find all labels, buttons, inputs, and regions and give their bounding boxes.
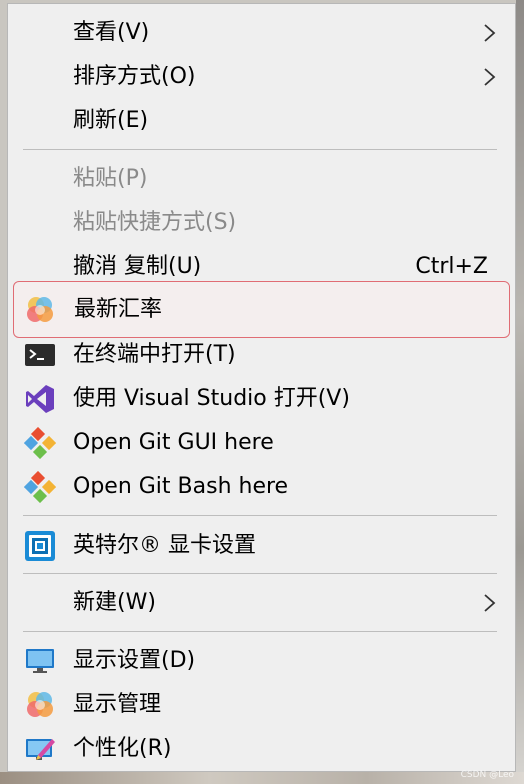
- menu-item-paste: 粘贴(P): [18, 159, 508, 199]
- menu-item-label: 显示设置(D): [73, 648, 196, 673]
- chevron-right-icon: [484, 24, 496, 42]
- colorful-circles-icon: [27, 297, 53, 322]
- colorful-circles-icon: [27, 692, 53, 717]
- personalize-icon: [26, 739, 55, 760]
- menu-item-label: 个性化(R): [73, 736, 172, 761]
- visual-studio-icon: [26, 385, 54, 413]
- menu-item-display-management[interactable]: 显示管理: [18, 685, 508, 725]
- watermark: CSDN @Leo: [460, 770, 514, 780]
- display-settings-icon: [26, 649, 54, 673]
- menu-item-label: 刷新(E): [73, 108, 149, 133]
- menu-item-display-settings[interactable]: 显示设置(D): [18, 641, 508, 681]
- menu-item-label: 粘贴(P): [73, 166, 148, 191]
- desktop-background-bottom: [0, 772, 524, 784]
- git-icon: [24, 471, 56, 503]
- menu-item-label: 显示管理: [73, 692, 162, 717]
- menu-item-label: 查看(V): [73, 20, 150, 45]
- menu-item-label: 新建(W): [73, 590, 156, 615]
- menu-item-open-git-gui[interactable]: Open Git GUI here: [18, 423, 508, 463]
- menu-separator: [23, 573, 497, 574]
- menu-item-paste-shortcut: 粘贴快捷方式(S): [18, 203, 508, 243]
- menu-separator: [23, 515, 497, 516]
- menu-item-refresh[interactable]: 刷新(E): [18, 101, 508, 141]
- menu-separator: [23, 631, 497, 632]
- menu-item-latest-exchange-rate[interactable]: 最新汇率: [13, 281, 510, 338]
- menu-item-label: 英特尔® 显卡设置: [73, 533, 256, 558]
- menu-item-personalize[interactable]: 个性化(R): [18, 729, 508, 769]
- menu-item-open-in-terminal[interactable]: 在终端中打开(T): [18, 335, 508, 375]
- desktop-background-right: [516, 0, 524, 784]
- menu-item-label: Open Git Bash here: [73, 474, 289, 499]
- menu-separator: [23, 149, 497, 150]
- terminal-icon: [25, 344, 55, 366]
- menu-item-open-with-visual-studio[interactable]: 使用 Visual Studio 打开(V): [18, 379, 508, 419]
- menu-item-label: 排序方式(O): [73, 64, 196, 89]
- menu-item-label: Open Git GUI here: [73, 430, 274, 455]
- menu-item-view[interactable]: 查看(V): [18, 13, 508, 53]
- menu-item-label: 最新汇率: [74, 297, 163, 322]
- menu-item-sort-by[interactable]: 排序方式(O): [18, 57, 508, 97]
- menu-item-open-git-bash[interactable]: Open Git Bash here: [18, 467, 508, 507]
- menu-item-label: 粘贴快捷方式(S): [73, 210, 237, 235]
- chevron-right-icon: [484, 594, 496, 612]
- desktop-context-menu: 查看(V) 排序方式(O) 刷新(E) 粘贴(P) 粘贴快捷方式(S) 撤消 复…: [7, 3, 516, 772]
- menu-item-label: 在终端中打开(T): [73, 342, 236, 367]
- git-icon: [24, 427, 56, 459]
- menu-item-new[interactable]: 新建(W): [18, 583, 508, 623]
- menu-item-label: 使用 Visual Studio 打开(V): [73, 386, 350, 411]
- chevron-right-icon: [484, 68, 496, 86]
- intel-graphics-icon: [25, 531, 55, 561]
- menu-item-intel-graphics-settings[interactable]: 英特尔® 显卡设置: [18, 526, 508, 566]
